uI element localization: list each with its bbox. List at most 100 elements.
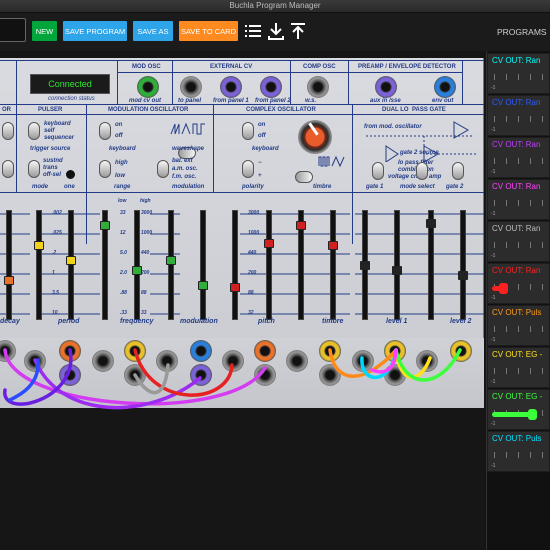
cv-slot[interactable]: CV OUT: Ran -1 <box>487 95 550 136</box>
cv-slot-value: -1 <box>491 337 496 343</box>
slider-cap[interactable] <box>166 256 176 265</box>
slider-cap[interactable] <box>34 241 44 250</box>
scale-number: 200 <box>248 270 257 276</box>
cv-tick <box>494 74 495 80</box>
cv-level-knob[interactable] <box>528 409 537 420</box>
cv-tick <box>530 242 531 248</box>
slider-track[interactable] <box>458 210 468 320</box>
cv-tick <box>506 74 507 80</box>
slider-cap[interactable] <box>230 283 240 292</box>
scale-number: .33 <box>120 310 127 316</box>
slider-cap[interactable] <box>392 266 402 275</box>
cv-tick <box>542 116 543 122</box>
scale-number: 12 <box>120 230 126 236</box>
slider-track[interactable] <box>426 210 436 320</box>
cv-slot[interactable]: CV OUT: Ran -1 <box>487 179 550 220</box>
slider-track[interactable] <box>230 210 240 320</box>
slider-track[interactable] <box>4 210 14 320</box>
cv-tick <box>518 116 519 122</box>
cv-slot[interactable]: CV OUT: Ran -1 <box>487 221 550 262</box>
cv-slot[interactable]: CV OUT: Puls -1 <box>487 305 550 346</box>
scale-number: 32 <box>248 310 254 316</box>
scale-number: 1000 <box>141 230 153 236</box>
cv-tick <box>506 452 507 458</box>
cv-slot-value: -1 <box>491 253 496 259</box>
slider-track[interactable] <box>328 210 338 320</box>
cv-tick <box>542 284 543 290</box>
cv-slot[interactable]: CV OUT: Puls -1 <box>487 431 550 472</box>
cv-tick <box>530 326 531 332</box>
slider-cap[interactable] <box>4 276 14 285</box>
timbre-slider-label: timbre <box>322 318 344 325</box>
cv-slot-value: -1 <box>491 169 496 175</box>
slider-track[interactable] <box>296 210 306 320</box>
cv-slot[interactable]: CV OUT: Ran -1 <box>487 53 550 94</box>
cv-tick <box>542 200 543 206</box>
patch-cables <box>3 348 462 410</box>
slider-track[interactable] <box>198 210 208 320</box>
cv-slot-label: CV OUT: Puls <box>492 434 542 443</box>
pitch-scale: 3000 1000 440 200 88 32 <box>248 210 266 320</box>
scale-number: 1 <box>52 270 55 276</box>
cv-slot[interactable]: CV OUT: Ran -1 <box>487 263 550 304</box>
cv-tick <box>530 284 531 290</box>
freq-high-header: high <box>140 198 151 204</box>
programs-label: PROGRAMS <box>497 27 547 37</box>
scale-number: 5.0 <box>120 250 127 256</box>
slider-track[interactable] <box>100 210 110 320</box>
cv-slot-value: -1 <box>491 421 496 427</box>
cv-tick <box>494 242 495 248</box>
cv-tick <box>494 200 495 206</box>
scale-number: 200 <box>141 270 150 276</box>
slider-cap[interactable] <box>426 219 436 228</box>
level-2-label: level 2 <box>450 318 472 325</box>
scale-number: .002 <box>52 210 62 216</box>
cv-tick <box>506 158 507 164</box>
cv-slot-label: CV OUT: Ran <box>492 224 541 233</box>
scale-number: 3000 <box>141 210 153 216</box>
slider-cap[interactable] <box>328 241 338 250</box>
slider-track[interactable] <box>66 210 76 320</box>
slider-track[interactable] <box>132 210 142 320</box>
slider-cap[interactable] <box>198 281 208 290</box>
scale-number: 1000 <box>248 230 260 236</box>
cv-slot-label: CV OUT: Ran <box>492 266 541 275</box>
scale-number: 88 <box>248 290 254 296</box>
slider-track[interactable] <box>34 210 44 320</box>
cv-tick <box>530 200 531 206</box>
slider-track[interactable] <box>264 210 274 320</box>
cv-tick <box>506 242 507 248</box>
cv-tick <box>542 326 543 332</box>
slider-cap[interactable] <box>458 271 468 280</box>
cv-tick <box>542 242 543 248</box>
slider-cap[interactable] <box>296 221 306 230</box>
slider-track[interactable] <box>392 210 402 320</box>
level-1-label: level 1 <box>386 318 408 325</box>
slider-cap[interactable] <box>360 261 370 270</box>
cv-level-knob[interactable] <box>499 283 508 294</box>
cv-tick <box>506 116 507 122</box>
freq-low-header: low <box>118 198 127 204</box>
slider-cap[interactable] <box>66 256 76 265</box>
cv-tick <box>494 116 495 122</box>
cv-tick <box>518 368 519 374</box>
cv-slot[interactable]: CV OUT: Ran -1 <box>487 137 550 178</box>
cv-slot-value: -1 <box>491 463 496 469</box>
slider-track[interactable] <box>360 210 370 320</box>
cv-tick <box>530 452 531 458</box>
cv-slot-label: CV OUT: Ran <box>492 182 541 191</box>
cv-tick <box>518 74 519 80</box>
scale-number: 33 <box>141 310 147 316</box>
cv-tick <box>518 452 519 458</box>
scale-number: .88 <box>120 290 127 296</box>
cv-slot-value: -1 <box>491 85 496 91</box>
cv-tick <box>494 326 495 332</box>
slider-cap[interactable] <box>100 221 110 230</box>
freq-high-scale: 3000 1000 440 200 88 33 <box>141 210 159 320</box>
cv-tick <box>494 368 495 374</box>
slider-track[interactable] <box>166 210 176 320</box>
cv-slot[interactable]: CV OUT: EG - -1 <box>487 347 550 388</box>
cv-slot-label: CV OUT: Ran <box>492 140 541 149</box>
cv-slot[interactable]: CV OUT: EG - -1 <box>487 389 550 430</box>
cable-blue <box>8 358 40 402</box>
